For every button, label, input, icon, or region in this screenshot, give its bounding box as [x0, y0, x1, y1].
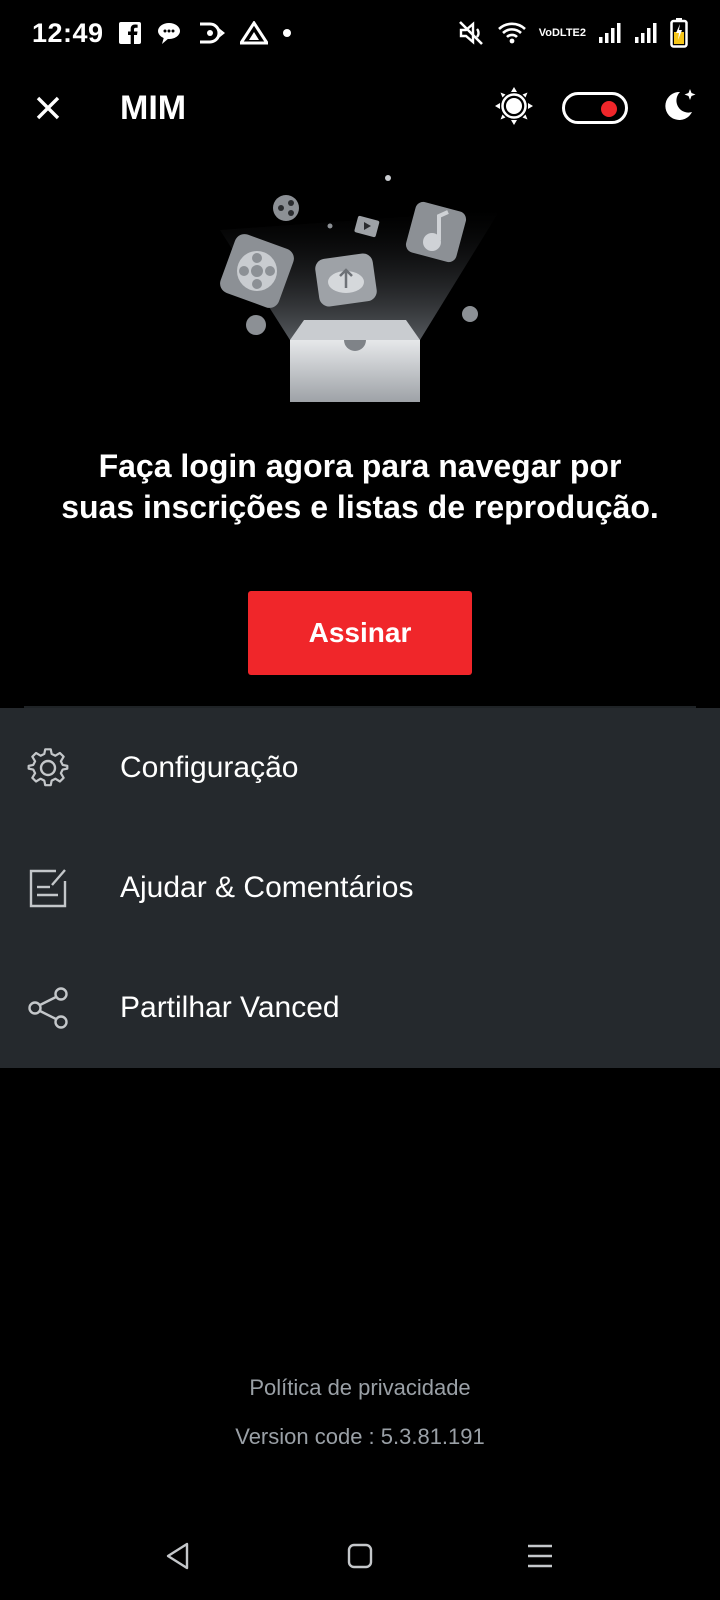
home-icon: [347, 1543, 373, 1569]
status-time: 12:49: [32, 17, 104, 48]
volte-indicator: VoD LTE2: [538, 26, 586, 39]
signal-icon: [634, 22, 658, 44]
cloud-upload-icon: [315, 253, 377, 307]
volte-bottom: LTE2: [559, 26, 586, 39]
status-right: VoD LTE2: [457, 18, 688, 48]
share-bubble-icon: [273, 195, 299, 221]
sign-in-button[interactable]: Assinar: [248, 591, 472, 675]
feedback-icon: [26, 866, 70, 910]
menu-item-label: Configuração: [120, 751, 299, 784]
battery-icon: [670, 18, 688, 48]
screen: 12:49 VoD LTE2 MIM Faça login agora para…: [0, 0, 720, 1600]
login-prompt: Faça login agora para navegar por suas i…: [61, 448, 659, 525]
chat-bubble-icon: [156, 21, 182, 45]
menu-item-label: Ajudar & Comentários: [120, 871, 414, 904]
toggle-knob: [601, 101, 617, 117]
volte-top: VoD: [538, 26, 560, 39]
dark-theme-button[interactable]: [658, 86, 698, 126]
open-box-icon: [290, 320, 420, 402]
gear-icon: [26, 746, 70, 790]
menu-item-label: Partilhar Vanced: [120, 991, 340, 1024]
recents-button[interactable]: [518, 1534, 562, 1578]
sun-icon: [495, 87, 533, 125]
wifi-icon: [497, 21, 527, 45]
app-bar: MIM: [0, 66, 720, 176]
moon-icon: [665, 89, 696, 120]
version-code: Version code : 5.3.81.191: [235, 1424, 485, 1449]
light-theme-button[interactable]: [494, 86, 534, 126]
menu-item-settings[interactable]: Configuração: [0, 708, 720, 828]
menu-item-feedback[interactable]: Ajudar & Comentários: [0, 828, 720, 948]
privacy-policy-link[interactable]: Política de privacidade: [0, 1375, 720, 1401]
back-icon: [166, 1542, 189, 1570]
home-button[interactable]: [338, 1534, 382, 1578]
facebook-icon: [118, 21, 142, 45]
back-button[interactable]: [156, 1534, 200, 1578]
settings-menu: Configuração Ajudar & Comentários Partil…: [0, 708, 720, 1068]
status-left: 12:49: [32, 18, 292, 49]
mute-icon: [457, 19, 485, 47]
signal-icon: [598, 22, 622, 44]
close-icon: [36, 96, 60, 120]
close-button[interactable]: [28, 88, 68, 128]
sync-app-icon: [196, 20, 226, 46]
hero-illustration: [210, 170, 510, 420]
status-bar: 12:49 VoD LTE2: [0, 0, 720, 66]
page-title: MIM: [120, 89, 187, 127]
dot-icon: [282, 28, 292, 38]
warning-triangle-icon: [239, 21, 268, 45]
share-icon: [26, 986, 70, 1030]
menu-item-share[interactable]: Partilhar Vanced: [0, 948, 720, 1068]
recents-icon: [528, 1544, 552, 1568]
theme-toggle[interactable]: [562, 92, 628, 124]
system-nav-bar: [0, 1510, 720, 1600]
